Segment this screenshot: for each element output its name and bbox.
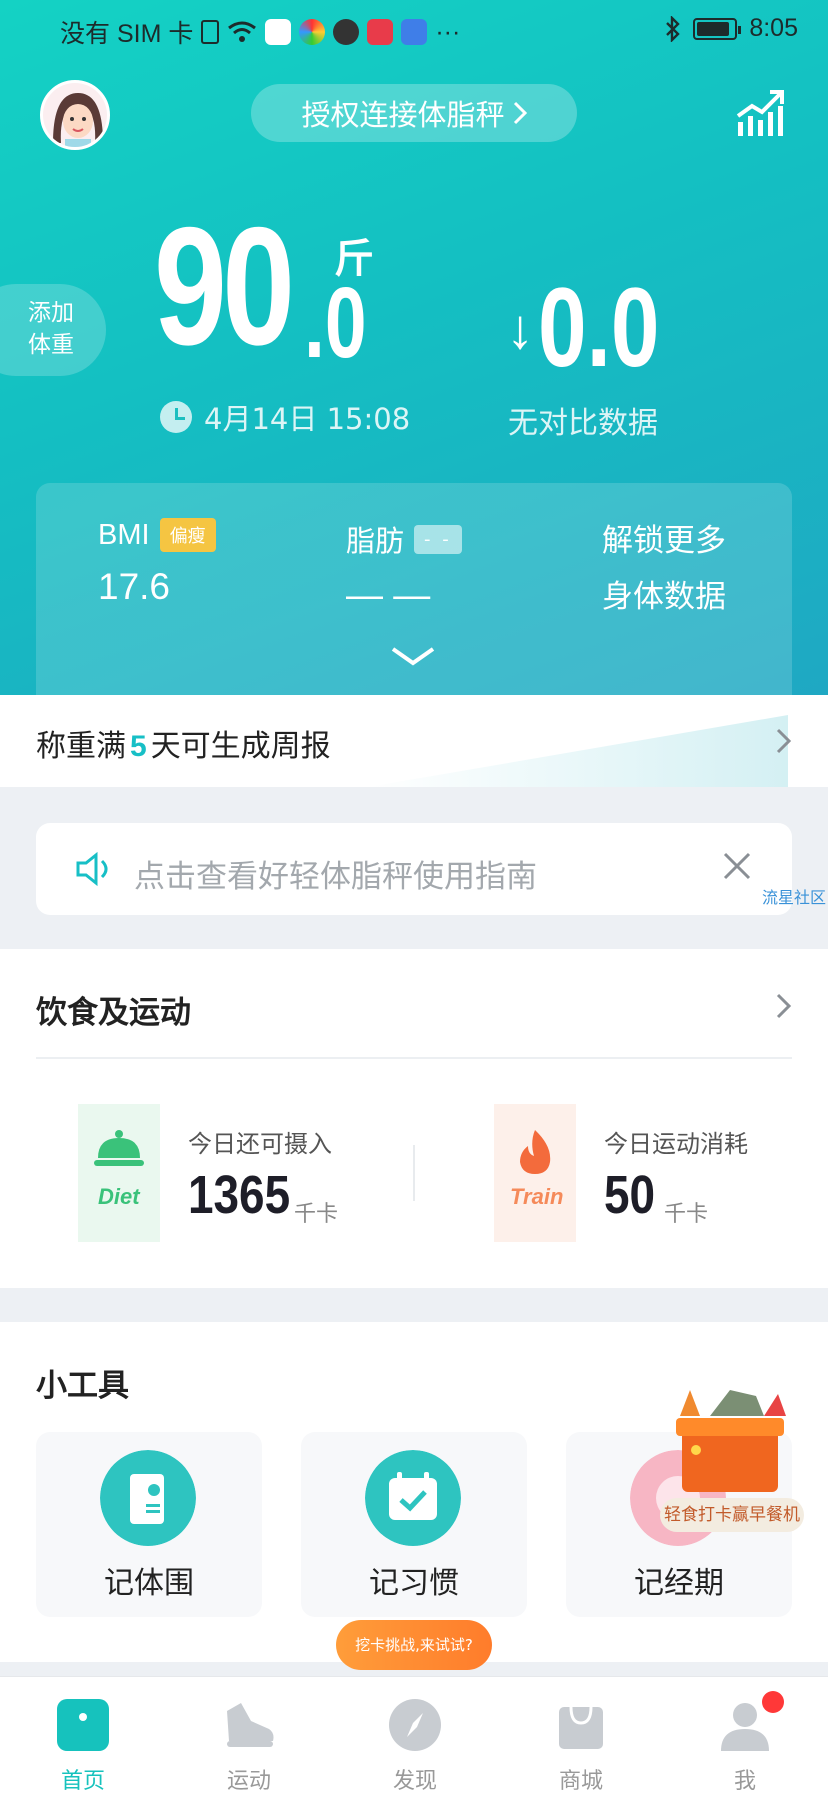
- train-value: 50: [604, 1165, 656, 1225]
- speaker-icon: [76, 851, 108, 887]
- fat-metric: 脂肪 - - — —: [346, 518, 462, 616]
- connect-scale-button[interactable]: 授权连接体脂秤: [251, 84, 577, 142]
- bluetooth-icon: [666, 15, 681, 42]
- tab-me[interactable]: 我: [662, 1677, 828, 1794]
- train-card[interactable]: Train: [494, 1104, 576, 1242]
- tab-mall[interactable]: 商城: [498, 1677, 664, 1794]
- tab-label: 发现: [392, 1769, 437, 1794]
- tab-label: 我: [733, 1769, 756, 1794]
- bmi-label: BMI: [98, 518, 150, 551]
- shopping-bag-icon: [559, 1706, 603, 1749]
- tab-bar: 首页 运动 发现 商城 我: [0, 1676, 828, 1794]
- trend-chart-icon[interactable]: [734, 86, 786, 138]
- challenge-bubble[interactable]: 挖卡挑战,来试试?: [336, 1620, 492, 1670]
- body-measure-icon: [100, 1450, 196, 1546]
- fat-label: 脂肪: [346, 524, 405, 558]
- connect-scale-label: 授权连接体脂秤: [301, 98, 505, 132]
- tool-label: 记经期: [634, 1566, 724, 1601]
- app-color-icon: [299, 19, 326, 45]
- tab-label: 商城: [558, 1769, 603, 1794]
- weight-timestamp-row: 4月14日 15:08: [160, 396, 410, 438]
- chevron-right-icon[interactable]: [776, 993, 792, 1019]
- weekly-report-bar[interactable]: 称重满 5 天可生成周报: [0, 695, 828, 787]
- section-title: 小工具: [36, 1368, 129, 1404]
- compass-icon: [389, 1699, 441, 1751]
- weight-integer: 90: [154, 192, 295, 380]
- more-icons-text: ···: [435, 17, 461, 46]
- add-weight-button[interactable]: 添加 体重: [0, 284, 106, 376]
- status-bar: 没有 SIM 卡 ··· 8:05: [0, 0, 828, 56]
- arrow-down-icon: ↓: [506, 296, 534, 360]
- tool-body-measure[interactable]: 记体围: [36, 1432, 262, 1617]
- community-link[interactable]: 流星社区: [762, 884, 828, 908]
- train-tag: Train: [510, 1184, 564, 1209]
- calendar-check-icon: [365, 1450, 461, 1546]
- tab-label: 运动: [226, 1769, 271, 1794]
- shoe-icon: [227, 1703, 274, 1747]
- report-suffix: 天可生成周报: [150, 729, 331, 764]
- bmi-value: 17.6: [98, 566, 171, 607]
- gift-box-icon[interactable]: [660, 1376, 804, 1506]
- wifi-icon: [228, 21, 257, 42]
- diet-tag: Diet: [98, 1184, 140, 1209]
- tab-sport[interactable]: 运动: [166, 1677, 332, 1794]
- report-prefix: 称重满: [36, 729, 126, 764]
- app-swirl-icon: [333, 19, 360, 45]
- weekly-report-text: 称重满 5 天可生成周报: [36, 721, 331, 765]
- train-unit: 千卡: [664, 1202, 709, 1227]
- train-label: 今日运动消耗: [604, 1130, 748, 1158]
- fat-value: — —: [346, 574, 431, 615]
- tool-label: 记体围: [104, 1566, 194, 1601]
- report-days: 5: [130, 730, 147, 763]
- app-leaf-icon: [265, 19, 292, 45]
- clock-icon: [160, 401, 192, 433]
- weight-display: 90 .0: [154, 192, 367, 380]
- diet-label: 今日还可摄入: [188, 1130, 332, 1158]
- avatar[interactable]: [40, 80, 110, 150]
- diff-value: 0.0: [538, 265, 660, 390]
- body-metrics-card[interactable]: BMI 偏瘦 17.6 脂肪 - - — — 解锁更多 身体数据: [36, 483, 792, 695]
- unlock-line-1: 解锁更多: [602, 523, 726, 559]
- tool-label: 记习惯: [369, 1566, 459, 1601]
- app-red-icon: [367, 19, 394, 45]
- vertical-divider: [413, 1145, 415, 1201]
- guide-text: 点击查看好轻体脂秤使用指南: [134, 859, 537, 895]
- chevron-right-icon: [513, 101, 527, 125]
- report-decoration: [368, 715, 788, 787]
- home-scale-icon: [57, 1699, 109, 1751]
- add-weight-label: 添加 体重: [28, 300, 74, 358]
- challenge-label: 挖卡挑战,来试试?: [355, 1636, 473, 1654]
- fat-status-badge: - -: [414, 524, 462, 554]
- diff-label: 无对比数据: [508, 406, 658, 441]
- tab-label: 首页: [60, 1769, 105, 1794]
- battery-icon: [693, 17, 742, 40]
- weight-timestamp: 4月14日 15:08: [204, 402, 411, 436]
- clock-time: 8:05: [749, 14, 798, 42]
- carrier-text: 没有 SIM 卡: [60, 20, 194, 48]
- section-title: 饮食及运动: [36, 995, 191, 1031]
- bmi-metric: BMI 偏瘦 17.6: [98, 518, 216, 608]
- tab-home[interactable]: 首页: [0, 1677, 166, 1794]
- app-globe-icon: [401, 19, 428, 45]
- tool-habit[interactable]: 记习惯: [301, 1432, 527, 1617]
- notification-dot: [762, 1691, 784, 1713]
- close-icon[interactable]: [722, 851, 752, 881]
- diet-value: 1365: [188, 1165, 291, 1225]
- guide-banner[interactable]: 点击查看好轻体脂秤使用指南: [36, 823, 792, 915]
- unlock-more-data[interactable]: 解锁更多 身体数据: [602, 513, 726, 625]
- tab-discover[interactable]: 发现: [332, 1677, 498, 1794]
- weight-diff: ↓ 0.0: [506, 265, 694, 390]
- weight-unit: 斤: [334, 236, 374, 282]
- bmi-status-badge: 偏瘦: [159, 518, 216, 552]
- chevron-down-icon[interactable]: [391, 646, 435, 668]
- diet-unit: 千卡: [294, 1202, 339, 1227]
- sim-alert-icon: [201, 20, 220, 44]
- diet-card[interactable]: Diet: [78, 1104, 160, 1242]
- unlock-line-2: 身体数据: [602, 579, 726, 615]
- promo-badge[interactable]: 轻食打卡赢早餐机: [660, 1498, 804, 1532]
- chevron-right-icon: [776, 728, 792, 754]
- divider: [36, 1057, 792, 1059]
